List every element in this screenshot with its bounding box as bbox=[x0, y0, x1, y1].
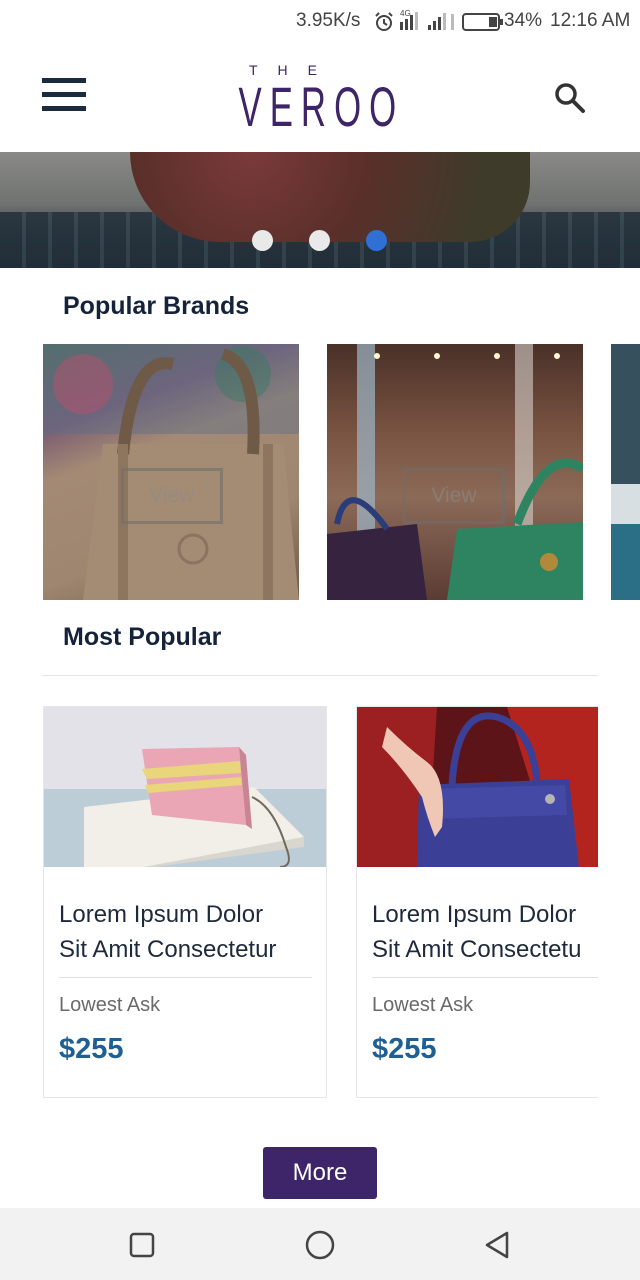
hero-carousel[interactable] bbox=[0, 152, 640, 268]
status-bar: 3.95K/s 4G 34% 12:16 AM bbox=[0, 0, 640, 44]
carousel-dots bbox=[0, 230, 640, 252]
product-card[interactable]: Lorem Ipsum Dolor Sit Amit Consectetu Lo… bbox=[356, 706, 598, 1098]
lowest-ask-label: Lowest Ask bbox=[372, 994, 474, 1016]
lowest-ask-label: Lowest Ask bbox=[59, 994, 161, 1016]
network-speed: 3.95K/s bbox=[296, 10, 361, 31]
product-image bbox=[44, 707, 326, 867]
search-icon[interactable] bbox=[552, 80, 588, 116]
hero-bag-image bbox=[130, 152, 530, 242]
product-name-line-2: Sit Amit Consectetu bbox=[372, 936, 582, 963]
network-type: 4G bbox=[400, 9, 411, 18]
product-name: Lorem Ipsum Dolor Sit Amit Consectetu bbox=[372, 897, 598, 967]
battery-icon bbox=[462, 12, 504, 38]
bag-image bbox=[611, 344, 640, 600]
back-icon[interactable] bbox=[481, 1228, 515, 1262]
logo-big-text: VEROO bbox=[238, 75, 405, 138]
card-divider bbox=[372, 977, 598, 978]
app-header: THE VEROO bbox=[0, 44, 640, 152]
product-image bbox=[357, 707, 598, 867]
clock: 12:16 AM bbox=[550, 10, 631, 31]
alarm-icon bbox=[374, 12, 394, 38]
hamburger-menu-icon[interactable] bbox=[42, 78, 86, 114]
product-price: $255 bbox=[372, 1033, 437, 1065]
brand-logo[interactable]: THE VEROO bbox=[200, 62, 405, 138]
product-name-line-1: Lorem Ipsum Dolor bbox=[59, 901, 264, 928]
system-nav-bar bbox=[0, 1208, 640, 1280]
carousel-dot-1[interactable] bbox=[252, 230, 273, 251]
product-name-line-1: Lorem Ipsum Dolor bbox=[372, 901, 577, 928]
brand-card[interactable]: View bbox=[327, 344, 583, 600]
recent-apps-icon[interactable] bbox=[125, 1228, 159, 1262]
product-name-line-2: Sit Amit Consectetur bbox=[59, 936, 277, 963]
section-divider bbox=[43, 675, 597, 676]
view-button[interactable]: View bbox=[403, 468, 505, 524]
product-card[interactable]: Lorem Ipsum Dolor Sit Amit Consectetur L… bbox=[43, 706, 327, 1098]
signal-icon: 4G bbox=[398, 8, 458, 38]
battery-percent: 34% bbox=[504, 10, 543, 31]
more-button[interactable]: More bbox=[263, 1147, 377, 1199]
product-name: Lorem Ipsum Dolor Sit Amit Consectetur bbox=[59, 897, 326, 967]
card-divider bbox=[59, 977, 312, 978]
brand-card[interactable]: View bbox=[43, 344, 299, 600]
home-icon[interactable] bbox=[303, 1228, 337, 1262]
product-price: $255 bbox=[59, 1033, 124, 1065]
most-popular-title: Most Popular bbox=[63, 623, 222, 651]
brand-card[interactable] bbox=[611, 344, 640, 600]
carousel-dot-3[interactable] bbox=[366, 230, 387, 251]
view-button[interactable]: View bbox=[121, 468, 223, 524]
popular-brands-title: Popular Brands bbox=[63, 292, 250, 320]
carousel-dot-2[interactable] bbox=[309, 230, 330, 251]
